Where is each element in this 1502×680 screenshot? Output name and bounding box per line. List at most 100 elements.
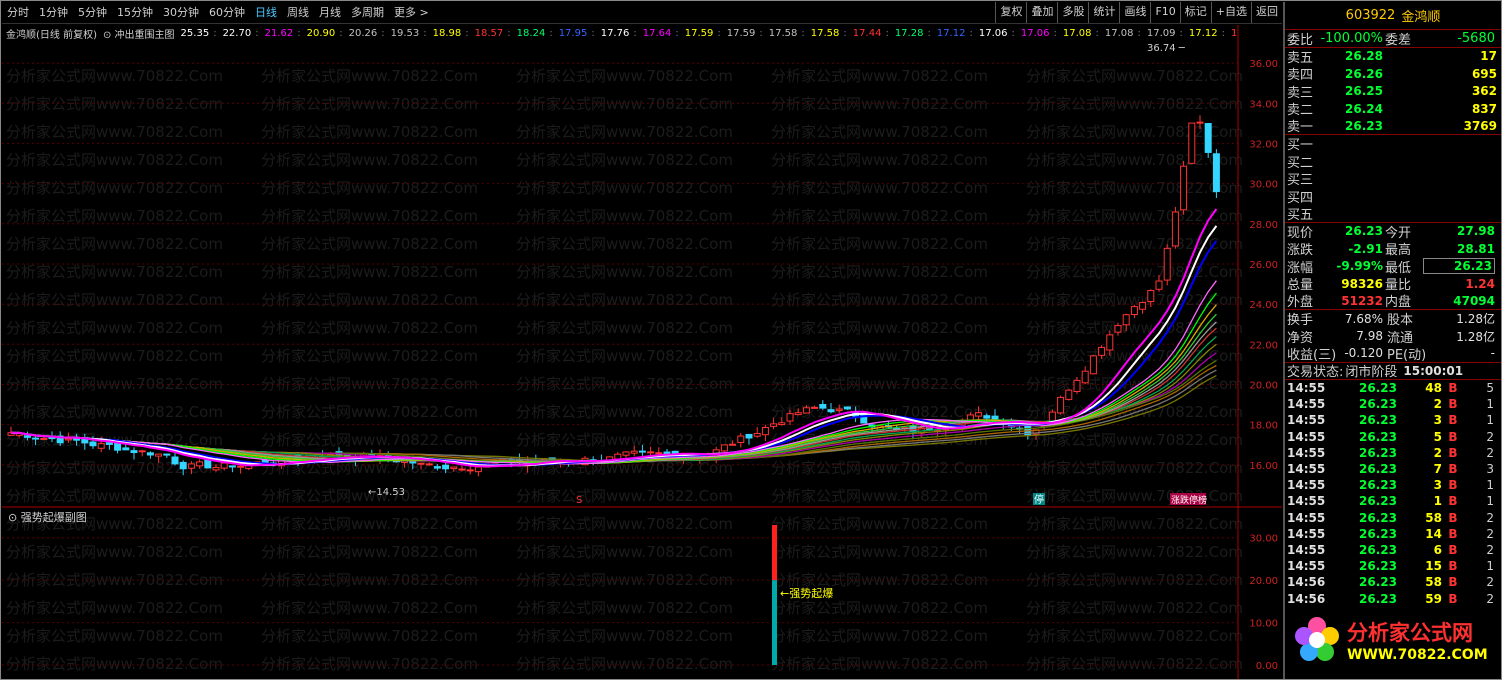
stat-value: 27.98 [1457, 224, 1495, 239]
candle-body [1163, 247, 1171, 281]
period-toolbar: 分时 1分钟 5分钟 15分钟 30分钟 60分钟 日线 周线 月线 多周期 更多 > 复权 叠加 多股… [2, 2, 1282, 24]
tool-button[interactable]: 标记 [1179, 2, 1211, 23]
candle-body [442, 464, 450, 470]
candle-body [212, 467, 220, 471]
period-tab[interactable]: 周线 [282, 3, 314, 23]
ask-price: 26.23 [1345, 118, 1383, 133]
stat-value: 1.24 [1465, 276, 1495, 291]
tick-list[interactable]: 14:55 26.23 48 B 5 14:55 26.23 2 B 1 14:55 26.23 3 B 1… [1285, 380, 1501, 607]
candle-body [811, 406, 819, 409]
quote-panel: 603922 金鸿顺 委比 -100.00% 委差 -5680 卖五 26.28 1… [1283, 2, 1501, 679]
weicha-label: 委差 [1385, 32, 1412, 48]
app-window: 分时 1分钟 5分钟 15分钟 30分钟 60分钟 日线 周线 月线 多周期 更多 > 复权 叠加 多股… [0, 0, 1502, 680]
tick-count: 2 [1486, 526, 1494, 541]
stat-value: -9.99% [1336, 259, 1383, 274]
bid-row[interactable]: 买三 [1285, 170, 1501, 188]
halt-marker: 停 [1034, 493, 1044, 506]
period-tab[interactable]: 多周期 [346, 3, 389, 23]
watermark-text: 分析家公式网www.70822.Com [516, 347, 733, 365]
tick-volume: 58 [1425, 575, 1442, 590]
watermark-text: 分析家公式网www.70822.Com [261, 599, 478, 617]
candle-body [458, 468, 466, 471]
watermark-text: 分析家公式网www.70822.Com [771, 151, 988, 169]
tick-volume: 5 [1433, 429, 1442, 444]
watermark-text: 分析家公式网www.70822.Com [6, 151, 223, 169]
ask-book: 卖五 26.28 17 卖四 26.26 695 卖三 26.25 362 卖二 26.24 837 卖… [1285, 48, 1501, 135]
stat-row: 涨幅 -9.99% 最低 26.23 [1285, 258, 1501, 276]
tick-count: 2 [1486, 575, 1494, 590]
fund-value: -0.120 [1344, 346, 1383, 361]
watermark-text: 分析家公式网www.70822.Com [6, 599, 223, 617]
watermark-text: 分析家公式网www.70822.Com [261, 655, 478, 673]
tool-button[interactable]: 画线 [1119, 2, 1150, 23]
tick-price: 26.23 [1359, 413, 1397, 428]
tick-side: B [1448, 510, 1458, 525]
bid-row[interactable]: 买四 [1285, 188, 1501, 206]
sub-chart-title[interactable]: ⊙ 强势起爆副图 [8, 510, 87, 524]
watermark-text: 分析家公式网www.70822.Com [6, 263, 223, 281]
webi-value: -100.00% [1320, 30, 1383, 46]
watermark-text: 分析家公式网www.70822.Com [261, 291, 478, 309]
candle-body [1081, 370, 1089, 384]
tick-side: B [1448, 413, 1458, 428]
stat-label: 最低 [1385, 260, 1412, 276]
bid-label: 买三 [1287, 173, 1314, 189]
kline-chart[interactable]: 分析家公式网www.70822.Com 分析家公式网www.70822.Com 分析… [2, 25, 1282, 679]
tick-time: 14:55 [1287, 462, 1326, 477]
ask-row[interactable]: 卖五 26.28 17 [1285, 48, 1501, 66]
tool-button[interactable]: F10 [1150, 2, 1179, 23]
tick-count: 2 [1486, 542, 1494, 557]
stock-name: 金鸿顺 [1401, 10, 1441, 25]
candle-body [638, 450, 646, 453]
watermark-text: 分析家公式网www.70822.Com [261, 515, 478, 533]
period-tab[interactable]: 月线 [314, 3, 346, 23]
ask-volume: 695 [1471, 66, 1497, 81]
watermark-text: 分析家公式网www.70822.Com [1026, 627, 1243, 645]
period-tab[interactable]: 60分钟 [204, 3, 250, 23]
candle-body [89, 441, 97, 447]
period-tab[interactable]: 日线 [250, 3, 282, 23]
period-tab[interactable]: 5分钟 [73, 3, 112, 23]
period-tab[interactable]: 更多 > [389, 3, 434, 23]
watermark-text: 分析家公式网www.70822.Com [1026, 67, 1243, 85]
watermark-text: 分析家公式网www.70822.Com [771, 347, 988, 365]
watermark-text: 分析家公式网www.70822.Com [6, 655, 223, 673]
ask-row[interactable]: 卖一 26.23 3769 [1285, 118, 1501, 135]
bid-row[interactable]: 买一 [1285, 135, 1501, 153]
tick-row: 14:55 26.23 1 B 1 [1285, 493, 1501, 509]
bid-row[interactable]: 买二 [1285, 153, 1501, 171]
bid-row[interactable]: 买五 [1285, 205, 1501, 223]
trade-status-value: 闭市阶段 [1345, 365, 1398, 381]
candle-body [138, 450, 146, 453]
stock-header: 603922 金鸿顺 [1285, 2, 1501, 30]
signal-bar-red [772, 525, 777, 581]
ask-price: 26.24 [1345, 101, 1383, 116]
ask-volume: 837 [1471, 101, 1497, 116]
tick-count: 1 [1486, 478, 1494, 493]
tool-button[interactable]: 统计 [1088, 2, 1119, 23]
watermark-text: 分析家公式网www.70822.Com [6, 627, 223, 645]
tick-price: 26.23 [1359, 429, 1397, 444]
tool-button[interactable]: 返回 [1251, 2, 1282, 23]
period-tab[interactable]: 分时 [2, 3, 34, 23]
tick-side: B [1448, 526, 1458, 541]
tool-button[interactable]: +自选 [1210, 2, 1251, 23]
ask-row[interactable]: 卖二 26.24 837 [1285, 100, 1501, 119]
tick-row: 14:55 26.23 5 B 2 [1285, 429, 1501, 445]
tool-button[interactable]: 复权 [995, 2, 1026, 23]
stat-value: 98326 [1341, 276, 1383, 291]
candle-body [73, 438, 81, 441]
ask-row[interactable]: 卖四 26.26 695 [1285, 65, 1501, 84]
watermark-text: 分析家公式网www.70822.Com [771, 655, 988, 673]
tool-button[interactable]: 多股 [1057, 2, 1088, 23]
candle-body [1155, 280, 1163, 290]
period-tab[interactable]: 15分钟 [112, 3, 158, 23]
watermark-text: 分析家公式网www.70822.Com [516, 235, 733, 253]
ask-row[interactable]: 卖三 26.25 362 [1285, 83, 1501, 101]
period-tab[interactable]: 1分钟 [34, 3, 73, 23]
trade-status-row: 交易状态: 闭市阶段 15:00:01 [1285, 363, 1501, 381]
period-tab[interactable]: 30分钟 [158, 3, 204, 23]
tick-side: B [1448, 445, 1458, 460]
tool-button[interactable]: 叠加 [1026, 2, 1057, 23]
tick-volume: 2 [1433, 397, 1442, 412]
